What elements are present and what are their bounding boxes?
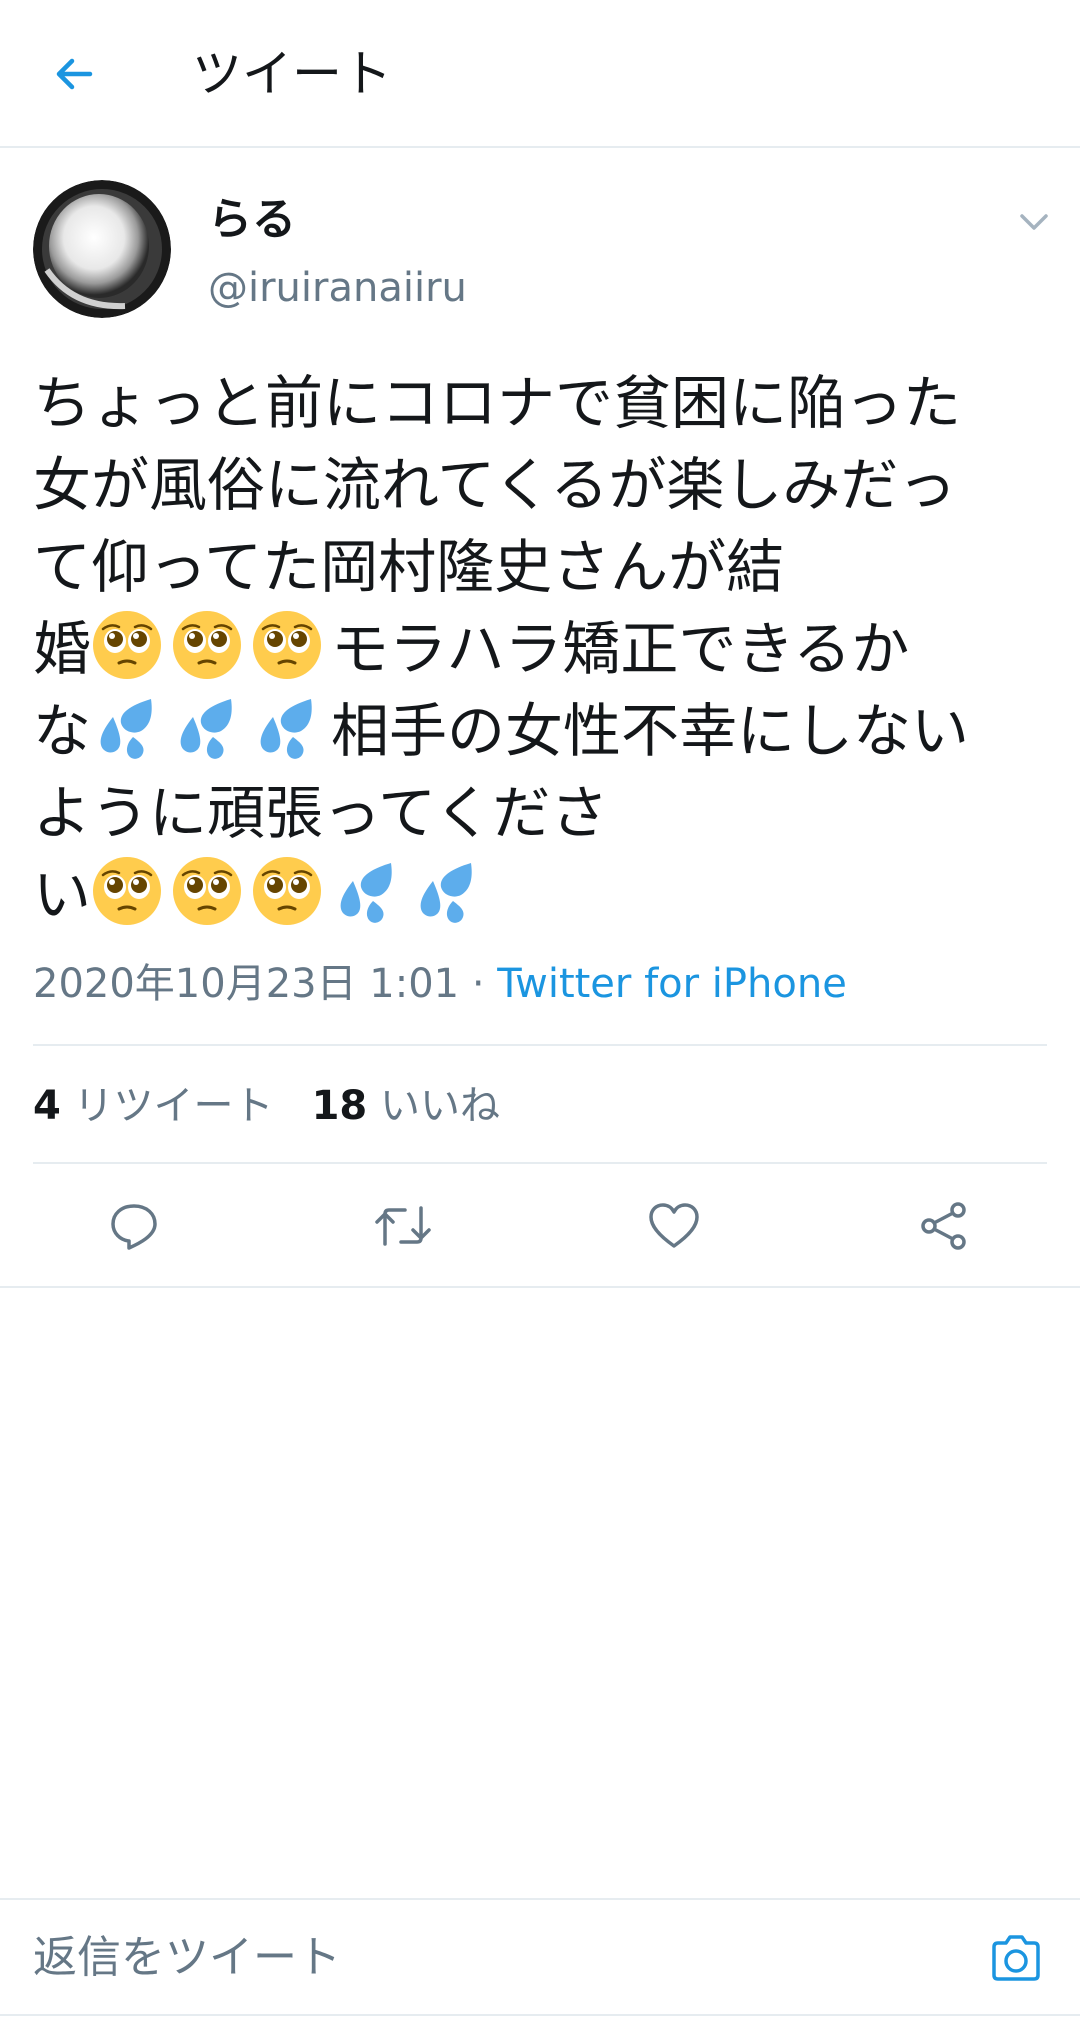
pleading-face-emoji	[251, 609, 323, 681]
reply-button[interactable]	[104, 1196, 164, 1256]
sweat-droplets-emoji	[411, 855, 483, 927]
tweet-line-text: な	[33, 697, 92, 765]
meta-separator: ·	[459, 961, 498, 1007]
tweet-line-text: ちょっと前にコロナで貧困に陥った	[33, 369, 962, 437]
tweet-line: 女が風俗に流れてくるが楽しみだっ	[33, 444, 1053, 526]
pleading-face-emoji	[91, 609, 163, 681]
camera-button[interactable]	[984, 1928, 1048, 1988]
avatar[interactable]	[33, 180, 171, 318]
display-name[interactable]: らる	[208, 192, 296, 248]
sweat-droplets-emoji	[91, 691, 163, 763]
tweet-line-text: い	[33, 861, 92, 929]
pleading-face-emoji	[171, 609, 243, 681]
tweet-line-text: モラハラ矯正できるか	[331, 615, 910, 683]
sweat-droplets-emoji	[171, 691, 243, 763]
tweet-line-text: て仰ってた岡村隆史さんが結	[33, 533, 785, 601]
reply-input[interactable]: 返信をツイート	[33, 1928, 341, 1988]
pleading-face-emoji	[251, 855, 323, 927]
tweet-line: い	[33, 854, 1053, 936]
tweet-line: 婚 モラハラ矯正できるか	[33, 608, 1053, 690]
likes-count: 18	[311, 1083, 368, 1129]
back-button[interactable]	[44, 44, 104, 104]
camera-icon	[992, 1935, 1040, 1981]
timestamp[interactable]: 2020年10月23日 1:01	[33, 961, 459, 1007]
tweet-line-text: 婚	[33, 615, 92, 683]
engagement-stats: 4 リツイート 18 いいね	[33, 1078, 500, 1134]
reply-icon	[111, 1204, 157, 1250]
tweet-line: ように頑張ってくださ	[33, 772, 1053, 854]
retweets-stat[interactable]: 4 リツイート	[33, 1083, 274, 1129]
chevron-down-icon[interactable]	[1016, 204, 1052, 240]
retweets-label: リツイート	[73, 1083, 274, 1129]
user-handle[interactable]: @iruiranaiiru	[208, 260, 467, 316]
like-button[interactable]	[644, 1196, 704, 1256]
tweet-line: て仰ってた岡村隆史さんが結	[33, 526, 1053, 608]
arrow-left-icon	[56, 58, 93, 90]
sweat-droplets-emoji	[331, 855, 403, 927]
tweet-line-text: 相手の女性不幸にしない	[331, 697, 970, 765]
tweet-text: ちょっと前にコロナで貧困に陥った 女が風俗に流れてくるが楽しみだっ て仰ってた岡村隆…	[33, 362, 1053, 936]
tweet-line: ちょっと前にコロナで貧困に陥った	[33, 362, 1053, 444]
tweet-line: な 相手の女性不幸にしない	[33, 690, 1053, 772]
pleading-face-emoji	[171, 855, 243, 927]
source-link[interactable]: Twitter for iPhone	[497, 961, 847, 1007]
tweet-line-text: ように頑張ってくださ	[33, 779, 609, 847]
top-app-bar: ツイート	[0, 0, 1080, 148]
likes-label: いいね	[379, 1083, 500, 1129]
divider	[33, 1044, 1047, 1046]
reply-composer[interactable]: 返信をツイート	[0, 1898, 1080, 2016]
like-icon	[649, 1203, 699, 1248]
divider	[0, 1286, 1080, 1288]
tweet-line-text: 女が風俗に流れてくるが楽しみだっ	[33, 451, 957, 519]
pleading-face-emoji	[91, 855, 163, 927]
retweets-count: 4	[33, 1083, 61, 1129]
share-icon	[921, 1202, 966, 1250]
retweet-button[interactable]	[373, 1196, 433, 1256]
sweat-droplets-emoji	[251, 691, 323, 763]
tweet-meta: 2020年10月23日 1:01 · Twitter for iPhone	[33, 956, 847, 1012]
divider	[33, 1162, 1047, 1164]
page-title: ツイート	[192, 45, 392, 103]
retweet-icon	[375, 1206, 431, 1246]
likes-stat[interactable]: 18 いいね	[312, 1083, 500, 1129]
share-button[interactable]	[914, 1196, 974, 1256]
